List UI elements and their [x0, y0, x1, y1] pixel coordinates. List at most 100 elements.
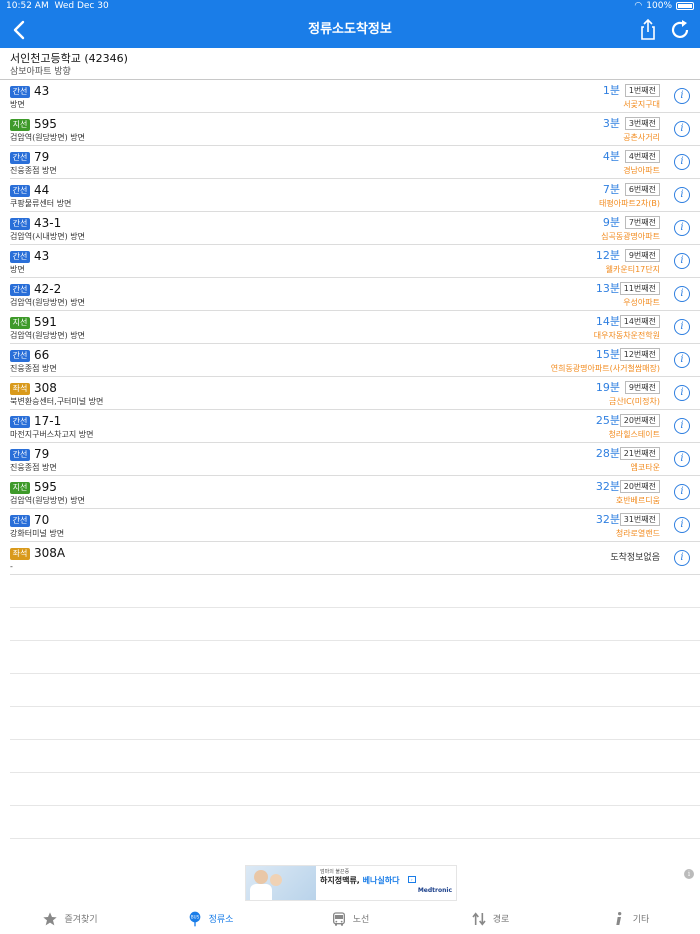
arrival-row[interactable]: 지선 595 검암역(원당방면) 방면 32분 20번째전 호반베르디움 i: [10, 476, 700, 509]
route-direction: 진웅종점 방면: [10, 364, 57, 373]
no-arrival-info: 도착정보없음: [610, 553, 660, 563]
stops-away: 12번째전: [619, 348, 660, 361]
route-arrows-icon: [472, 911, 486, 926]
tab-etc[interactable]: 기타: [560, 903, 700, 934]
arrival-row[interactable]: 간선 42-2 검암역(원당방면) 방면 13분 11번째전 우성아파트 i: [10, 278, 700, 311]
battery-icon: [676, 2, 694, 10]
arrival-minutes: 15분: [595, 348, 620, 361]
current-location: 청라로열랜드: [615, 529, 660, 538]
info-icon[interactable]: i: [674, 220, 690, 236]
battery-percent: 100%: [646, 1, 672, 11]
tab-path-label: 경로: [492, 915, 510, 925]
info-icon[interactable]: i: [674, 352, 690, 368]
stops-away: 31번째전: [619, 513, 660, 526]
route-direction: 진웅종점 방면: [10, 166, 57, 175]
arrival-minutes: 25분: [595, 414, 620, 427]
route-direction: 마전지구버스차고지 방면: [10, 430, 94, 439]
arrival-minutes: 3분: [602, 117, 620, 130]
route-type-badge: 간선: [10, 284, 30, 296]
arrival-row[interactable]: 간선 17-1 마전지구버스차고지 방면 25분 20번째전 청라힐스테이트 i: [10, 410, 700, 443]
tab-favorites[interactable]: 즐겨찾기: [0, 903, 140, 934]
tab-stops[interactable]: BUS 정류소: [140, 903, 280, 934]
info-icon[interactable]: i: [674, 550, 690, 566]
route-type-badge: 간선: [10, 416, 30, 428]
info-icon[interactable]: i: [674, 418, 690, 434]
arrival-row[interactable]: 간선 44 쿠팡물류센터 방면 7분 6번째전 태평아파트2차(B) i: [10, 179, 700, 212]
current-location: 대우자동차운전학원: [593, 331, 660, 340]
info-icon[interactable]: i: [674, 187, 690, 203]
route-direction: 검암역(원당방면) 방면: [10, 133, 86, 142]
stops-away: 4번째전: [624, 150, 660, 163]
route-number: 79: [34, 447, 50, 461]
tab-routes-label: 노선: [352, 915, 370, 925]
route-number: 595: [34, 480, 57, 494]
tab-stops-label: 정류소: [208, 915, 234, 925]
arrival-minutes: 12분: [595, 249, 620, 262]
current-location: 호반베르디움: [615, 496, 660, 505]
tab-routes[interactable]: 노선: [280, 903, 420, 934]
info-icon[interactable]: i: [674, 88, 690, 104]
star-icon: [43, 911, 58, 925]
arrival-row[interactable]: 좌석 308 북변환승센터,구터미널 방면 19분 9번째전 금산IC(미정차) i: [10, 377, 700, 410]
empty-row: [10, 608, 700, 641]
empty-row: [10, 674, 700, 707]
arrival-row[interactable]: 간선 43 방면 1분 1번째전 서곶지구대 i: [10, 80, 700, 113]
stop-header: 서인천고등학교 (42346) 삼보아파트 방향: [0, 48, 700, 80]
info-icon[interactable]: i: [674, 517, 690, 533]
arrival-row[interactable]: 간선 43 방면 12분 9번째전 웰카운티17단지 i: [10, 245, 700, 278]
wifi-icon: ◠: [634, 1, 643, 11]
tab-path[interactable]: 경로: [420, 903, 560, 934]
arrival-row[interactable]: 간선 70 강화터미널 방면 32분 31번째전 청라로열랜드 i: [10, 509, 700, 542]
stops-away: 20번째전: [619, 414, 660, 427]
bus-stop-icon: BUS: [189, 911, 200, 926]
ad-cta-button[interactable]: ›: [408, 876, 416, 883]
ad-photo: [246, 866, 316, 900]
route-direction: 검암역(원당방면) 방면: [10, 331, 86, 340]
arrival-row[interactable]: 지선 591 검암역(원당방면) 방면 14분 14번째전 대우자동차운전학원 i: [10, 311, 700, 344]
info-icon: [616, 911, 622, 925]
tab-etc-label: 기타: [632, 915, 650, 925]
route-number: 43: [34, 84, 50, 98]
info-icon[interactable]: i: [674, 286, 690, 302]
status-time-date: 10:52 AM Wed Dec 30: [6, 0, 109, 12]
arrival-row[interactable]: 간선 43-1 검암역(시내방면) 방면 9분 7번째전 심곡동광명아파트 i: [10, 212, 700, 245]
current-location: 우성아파트: [623, 298, 660, 307]
stops-away: 11번째전: [619, 282, 660, 295]
ad-brand: Medtronic: [417, 887, 452, 894]
arrival-list: 간선 43 방면 1분 1번째전 서곶지구대 i 지선 595 검암역(원당방면) 방면 3분 3번째…: [0, 80, 700, 839]
route-number: 308: [34, 381, 57, 395]
route-direction: 검암역(시내방면) 방면: [10, 232, 86, 241]
stops-away: 9번째전: [624, 249, 660, 262]
route-number: 17-1: [34, 414, 62, 428]
arrival-minutes: 19분: [595, 381, 620, 394]
route-direction: 검암역(원당방면) 방면: [10, 298, 86, 307]
arrival-row[interactable]: 간선 79 진웅종점 방면 28분 21번째전 엠코타운 i: [10, 443, 700, 476]
info-icon[interactable]: i: [674, 319, 690, 335]
info-icon[interactable]: i: [674, 484, 690, 500]
empty-row: [10, 740, 700, 773]
current-location: 공촌사거리: [623, 133, 660, 142]
ad-info-icon[interactable]: i: [684, 869, 694, 879]
arrival-row[interactable]: 간선 66 진웅종점 방면 15분 12번째전 연희동광명아파트(사거철쌈매장) i: [10, 344, 700, 377]
route-number: 43: [34, 249, 50, 263]
info-icon[interactable]: i: [674, 121, 690, 137]
info-icon[interactable]: i: [674, 385, 690, 401]
stops-away: 21번째전: [619, 447, 660, 460]
route-type-badge: 간선: [10, 350, 30, 362]
route-direction: 진웅종점 방면: [10, 463, 57, 472]
route-number: 595: [34, 117, 57, 131]
refresh-icon[interactable]: [668, 18, 692, 42]
arrival-row[interactable]: 간선 79 진웅종점 방면 4분 4번째전 경남아파트 i: [10, 146, 700, 179]
share-icon[interactable]: [636, 18, 660, 42]
status-date: Wed Dec 30: [54, 1, 109, 11]
current-location: 심곡동광명아파트: [601, 232, 660, 241]
arrival-row[interactable]: 좌석 308A - 도착정보없음 i: [10, 542, 700, 575]
ad-banner[interactable]: 엄마의 불끈증 하지정맥류, 베나실하다 › Medtronic: [245, 865, 457, 901]
arrival-row[interactable]: 지선 595 검암역(원당방면) 방면 3분 3번째전 공촌사거리 i: [10, 113, 700, 146]
info-icon[interactable]: i: [674, 253, 690, 269]
stops-away: 6번째전: [624, 183, 660, 196]
route-direction: 검암역(원당방면) 방면: [10, 496, 86, 505]
info-icon[interactable]: i: [674, 451, 690, 467]
current-location: 연희동광명아파트(사거철쌈매장): [550, 364, 660, 373]
info-icon[interactable]: i: [674, 154, 690, 170]
